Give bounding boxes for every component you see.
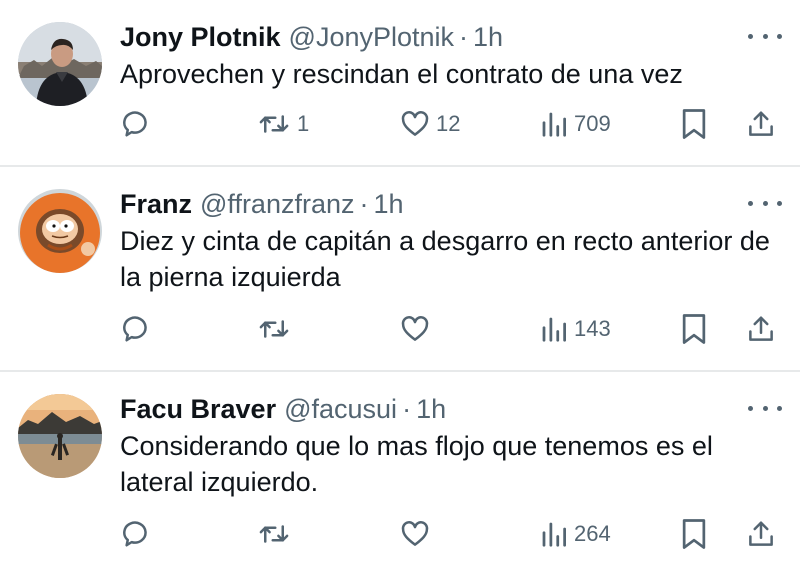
views-icon bbox=[542, 317, 566, 342]
tweet-header: Facu Braver @facusui · 1h bbox=[120, 392, 446, 426]
action-bar: 264 bbox=[0, 514, 800, 554]
timestamp[interactable]: 1h bbox=[473, 22, 503, 53]
more-icon[interactable] bbox=[748, 398, 782, 418]
reply-button[interactable] bbox=[121, 309, 151, 349]
timestamp[interactable]: 1h bbox=[374, 189, 404, 220]
tweet-text: Diez y cinta de capitán a desgarro en re… bbox=[120, 226, 770, 292]
like-button[interactable] bbox=[400, 514, 436, 554]
retweet-icon bbox=[259, 115, 289, 133]
bookmark-button[interactable] bbox=[680, 104, 708, 144]
bookmark-button[interactable] bbox=[680, 514, 708, 554]
reply-icon bbox=[123, 111, 147, 137]
tweet-header: Franz @ffranzfranz · 1h bbox=[120, 187, 404, 221]
author-handle[interactable]: @facusui bbox=[284, 394, 397, 425]
more-icon[interactable] bbox=[748, 193, 782, 213]
share-button[interactable] bbox=[746, 514, 776, 554]
tweet[interactable]: Facu Braver @facusui · 1h Considerando q… bbox=[0, 372, 800, 568]
tweet-header: Jony Plotnik @JonyPlotnik · 1h bbox=[120, 20, 503, 54]
author-handle[interactable]: @JonyPlotnik bbox=[289, 22, 454, 53]
author-name[interactable]: Jony Plotnik bbox=[120, 22, 281, 53]
share-icon bbox=[749, 521, 773, 546]
share-icon bbox=[749, 316, 773, 341]
views-icon bbox=[542, 112, 566, 137]
retweet-button[interactable] bbox=[257, 309, 297, 349]
timestamp[interactable]: 1h bbox=[416, 394, 446, 425]
bookmark-icon bbox=[682, 519, 706, 549]
views-button[interactable]: 709 bbox=[540, 104, 611, 144]
avatar[interactable] bbox=[18, 189, 102, 273]
bookmark-button[interactable] bbox=[680, 309, 708, 349]
avatar[interactable] bbox=[18, 22, 102, 106]
tweet[interactable]: Jony Plotnik @JonyPlotnik · 1h Aproveche… bbox=[0, 0, 800, 165]
action-bar: 1 12 709 bbox=[0, 104, 800, 144]
more-icon[interactable] bbox=[748, 26, 782, 46]
share-button[interactable] bbox=[746, 309, 776, 349]
reply-button[interactable] bbox=[121, 104, 151, 144]
heart-icon bbox=[401, 111, 429, 136]
retweet-button[interactable] bbox=[257, 514, 297, 554]
views-count: 709 bbox=[574, 111, 611, 136]
views-count: 143 bbox=[574, 316, 611, 341]
like-button[interactable] bbox=[400, 309, 436, 349]
reply-icon bbox=[123, 521, 147, 547]
separator: · bbox=[402, 393, 412, 424]
author-name[interactable]: Facu Braver bbox=[120, 394, 276, 425]
views-count: 264 bbox=[574, 521, 611, 546]
like-button[interactable]: 12 bbox=[400, 104, 460, 144]
author-name[interactable]: Franz bbox=[120, 189, 192, 220]
views-button[interactable]: 143 bbox=[540, 309, 611, 349]
share-icon bbox=[749, 111, 773, 136]
share-button[interactable] bbox=[746, 104, 776, 144]
tweet[interactable]: Franz @ffranzfranz · 1h Diez y cinta de … bbox=[0, 167, 800, 370]
separator: · bbox=[459, 21, 469, 52]
bookmark-icon bbox=[682, 314, 706, 344]
author-handle[interactable]: @ffranzfranz bbox=[200, 189, 354, 220]
tweet-text: Aprovechen y rescindan el contrato de un… bbox=[120, 59, 683, 89]
avatar[interactable] bbox=[18, 394, 102, 478]
retweet-count: 1 bbox=[297, 111, 310, 136]
action-bar: 143 bbox=[0, 309, 800, 349]
heart-icon bbox=[401, 316, 429, 341]
retweet-icon bbox=[259, 525, 289, 543]
like-count: 12 bbox=[436, 111, 461, 136]
reply-button[interactable] bbox=[121, 514, 151, 554]
tweet-text: Considerando que lo mas flojo que tenemo… bbox=[120, 431, 713, 497]
views-button[interactable]: 264 bbox=[540, 514, 611, 554]
retweet-icon bbox=[259, 320, 289, 338]
heart-icon bbox=[401, 521, 429, 546]
reply-icon bbox=[123, 316, 147, 342]
views-icon bbox=[542, 522, 566, 547]
separator: · bbox=[359, 188, 369, 219]
retweet-button[interactable]: 1 bbox=[257, 104, 309, 144]
bookmark-icon bbox=[682, 109, 706, 139]
